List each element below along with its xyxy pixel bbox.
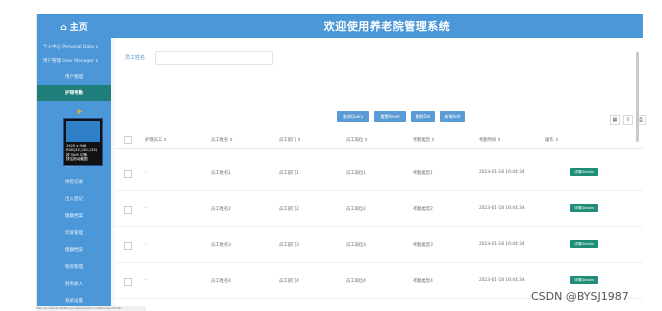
table-header: 护理员工 ⇕ 员工姓名 ⇕ 员工部门 ⇕ 员工岗位 ⇕ 考勤类型 ⇕ 考勤时间 …: [115, 132, 643, 149]
home-link[interactable]: ⌂ 主页: [37, 14, 111, 38]
cell-time: 2023-01-18 16:44:34: [479, 278, 525, 283]
details-button[interactable]: 详情Details: [570, 240, 598, 248]
cell-dept: 员工部门2: [279, 207, 299, 212]
sidebar-item-care-attendance[interactable]: 护理考勤: [37, 85, 111, 101]
cell-name: 员工姓名1: [211, 171, 231, 176]
tooltip-line: RGB(33,130,135): [66, 148, 98, 153]
cell-staff: -: [145, 242, 147, 247]
cell-time: 2023-01-18 16:44:34: [479, 206, 525, 211]
export-icon[interactable]: ⇪: [623, 115, 633, 125]
col-op[interactable]: 操作 ⇕: [545, 137, 559, 143]
sidebar-item-health-2[interactable]: 健康档案: [37, 242, 111, 258]
reset-button[interactable]: 重置Reset: [374, 111, 406, 122]
tooltip-line: 按住拖动截图: [66, 156, 88, 161]
sidebar-item-entry[interactable]: 出入登记: [37, 191, 111, 207]
app-frame: ⌂ 主页 欢迎使用养老院管理系统 个人中心 Personal Data ∨ 用户…: [36, 14, 646, 311]
page-title: 欢迎使用养老院管理系统: [323, 20, 451, 33]
cell-time: 2023-01-18 16:44:34: [479, 170, 525, 175]
add-button[interactable]: 新增Add: [440, 111, 465, 122]
table-tools: ▦ ⇪ ⎙: [610, 115, 646, 125]
sidebar-item-finance[interactable]: 财务收入: [37, 276, 111, 292]
cell-staff: -: [145, 206, 147, 211]
status-bar: http://localhost:8080/springboot/admin/d…: [36, 306, 146, 311]
cell-post: 员工岗位2: [346, 207, 366, 212]
cell-post: 员工岗位1: [346, 171, 366, 176]
cell-staff: -: [145, 170, 147, 175]
data-table: 护理员工 ⇕ 员工姓名 ⇕ 员工部门 ⇕ 员工岗位 ⇕ 考勤类型 ⇕ 考勤时间 …: [115, 132, 643, 311]
sidebar-item-user-admin[interactable]: 用户管理: [37, 69, 111, 85]
delete-button[interactable]: 删除Del: [411, 111, 435, 122]
col-time[interactable]: 考勤时间 ⇕: [479, 137, 501, 143]
screenshot-tooltip: 1920 x 946 RGB(33,130,135) 按 Shift 切换 按住…: [63, 118, 103, 166]
sidebar-item-user-manager[interactable]: 用户管理 User Manager ∨: [37, 53, 111, 69]
cell-type: 考勤类型3: [413, 243, 433, 248]
cell-staff: -: [145, 278, 147, 283]
cell-name: 员工姓名3: [211, 243, 231, 248]
row-checkbox[interactable]: [124, 242, 132, 250]
details-button[interactable]: 详情Details: [570, 204, 598, 212]
sidebar-item-diet[interactable]: 饮食管理: [37, 225, 111, 241]
cell-type: 考勤类型1: [413, 171, 433, 176]
row-checkbox[interactable]: [124, 170, 132, 178]
cell-dept: 员工部门3: [279, 243, 299, 248]
table-row: - 员工姓名2 员工部门2 员工岗位2 考勤类型2 2023-01-18 16:…: [115, 192, 643, 227]
sidebar-item-health[interactable]: 健康档案: [37, 208, 111, 224]
scrollbar[interactable]: [636, 52, 639, 142]
tooltip-preview: [66, 121, 100, 142]
top-header: ⌂ 主页 欢迎使用养老院管理系统: [37, 14, 643, 38]
details-button[interactable]: 详情Details: [570, 276, 598, 284]
col-type[interactable]: 考勤类型 ⇕: [413, 137, 435, 143]
query-button[interactable]: 查询Query: [337, 111, 369, 122]
search-label: 员工姓名: [125, 55, 146, 61]
details-button[interactable]: 详情Details: [570, 168, 598, 176]
col-dept[interactable]: 员工部门 ⇕: [279, 137, 301, 143]
main-content: 员工姓名 查询Query 重置Reset 删除Del 新增Add ▦ ⇪ ⎙ 护…: [115, 38, 646, 311]
cell-time: 2023-01-18 16:44:34: [479, 242, 525, 247]
cell-name: 员工姓名2: [211, 207, 231, 212]
sidebar: 个人中心 Personal Data ∨ 用户管理 User Manager ∨…: [37, 38, 111, 311]
columns-icon[interactable]: ▦: [610, 115, 620, 125]
col-name[interactable]: 员工姓名 ⇕: [211, 137, 233, 143]
table-row: - 员工姓名3 员工部门3 员工岗位3 考勤类型3 2023-01-18 16:…: [115, 228, 643, 263]
cursor-icon: ➤: [76, 107, 83, 116]
table-row: - 员工姓名1 员工部门1 员工岗位1 考勤类型1 2023-01-18 16:…: [115, 156, 643, 191]
cell-dept: 员工部门1: [279, 171, 299, 176]
cell-type: 考勤类型2: [413, 207, 433, 212]
tooltip-text: 1920 x 946 RGB(33,130,135) 按 Shift 切换 按住…: [66, 144, 100, 161]
col-staff[interactable]: 护理员工 ⇕: [145, 137, 167, 143]
watermark: CSDN @BYSJ1987: [531, 290, 629, 303]
sidebar-item-supplies[interactable]: 物资管理: [37, 259, 111, 275]
select-all-checkbox[interactable]: [124, 136, 132, 144]
cell-name: 员工姓名4: [211, 279, 231, 284]
cell-dept: 员工部门4: [279, 279, 299, 284]
search-input[interactable]: [155, 51, 273, 65]
cell-type: 考勤类型4: [413, 279, 433, 284]
cell-post: 员工岗位3: [346, 243, 366, 248]
row-checkbox[interactable]: [124, 206, 132, 214]
cell-post: 员工岗位4: [346, 279, 366, 284]
row-checkbox[interactable]: [124, 278, 132, 286]
col-post[interactable]: 员工岗位 ⇕: [346, 137, 368, 143]
sidebar-item-checkup[interactable]: 体检记录: [37, 174, 111, 190]
